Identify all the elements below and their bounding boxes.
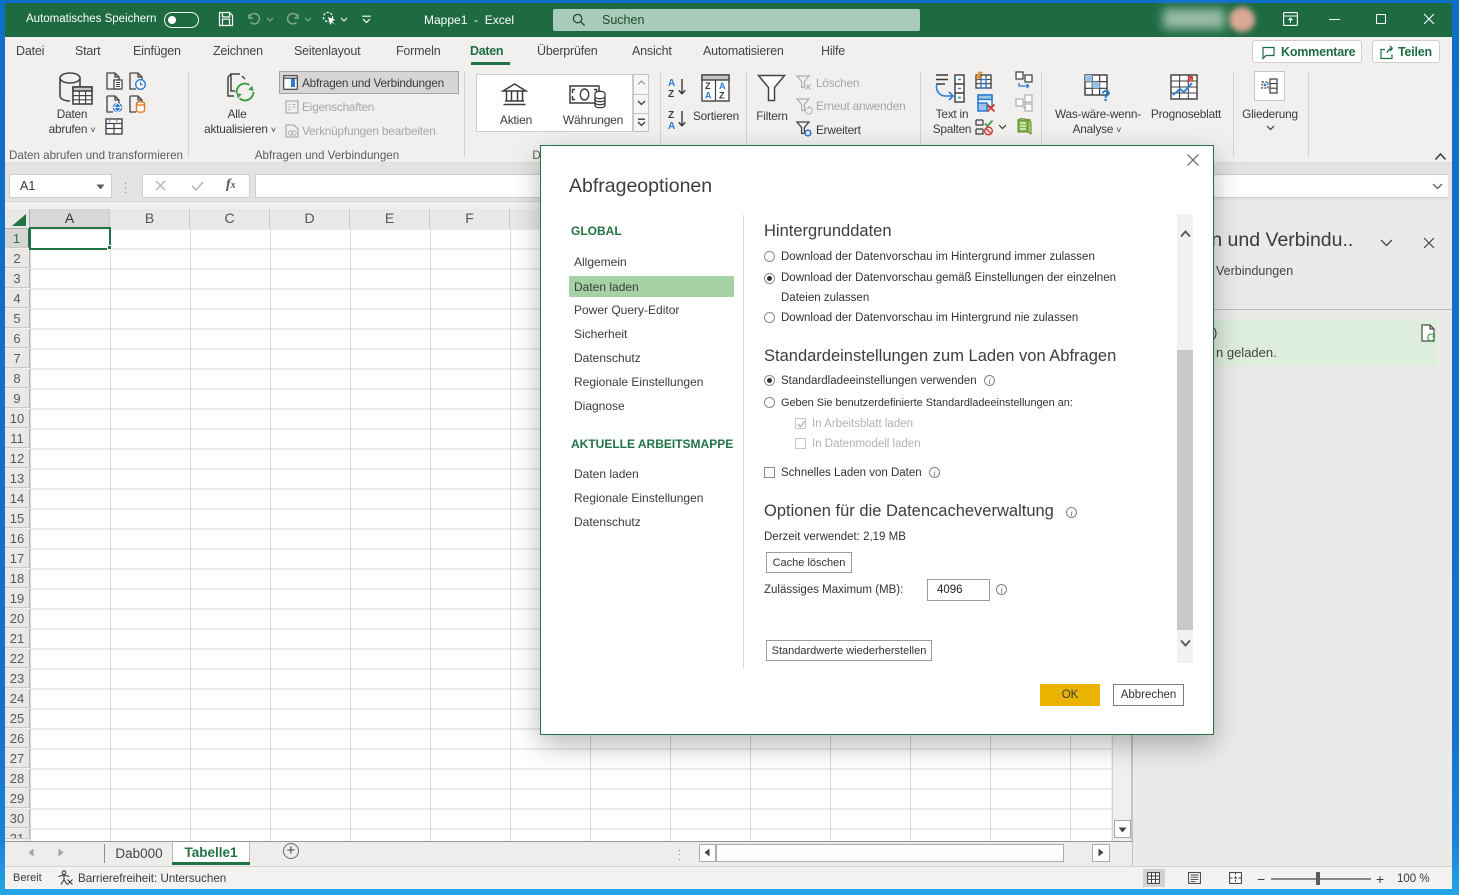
- svg-text:A: A: [668, 121, 675, 132]
- svg-text:A: A: [705, 91, 712, 101]
- svg-text:A: A: [668, 78, 675, 89]
- svg-text:A: A: [719, 81, 726, 91]
- svg-text:Z: Z: [719, 91, 725, 101]
- svg-text:Z: Z: [705, 81, 711, 91]
- svg-text:Z: Z: [668, 89, 674, 100]
- svg-text:Z: Z: [668, 110, 674, 121]
- svg-text:?: ?: [1101, 88, 1111, 105]
